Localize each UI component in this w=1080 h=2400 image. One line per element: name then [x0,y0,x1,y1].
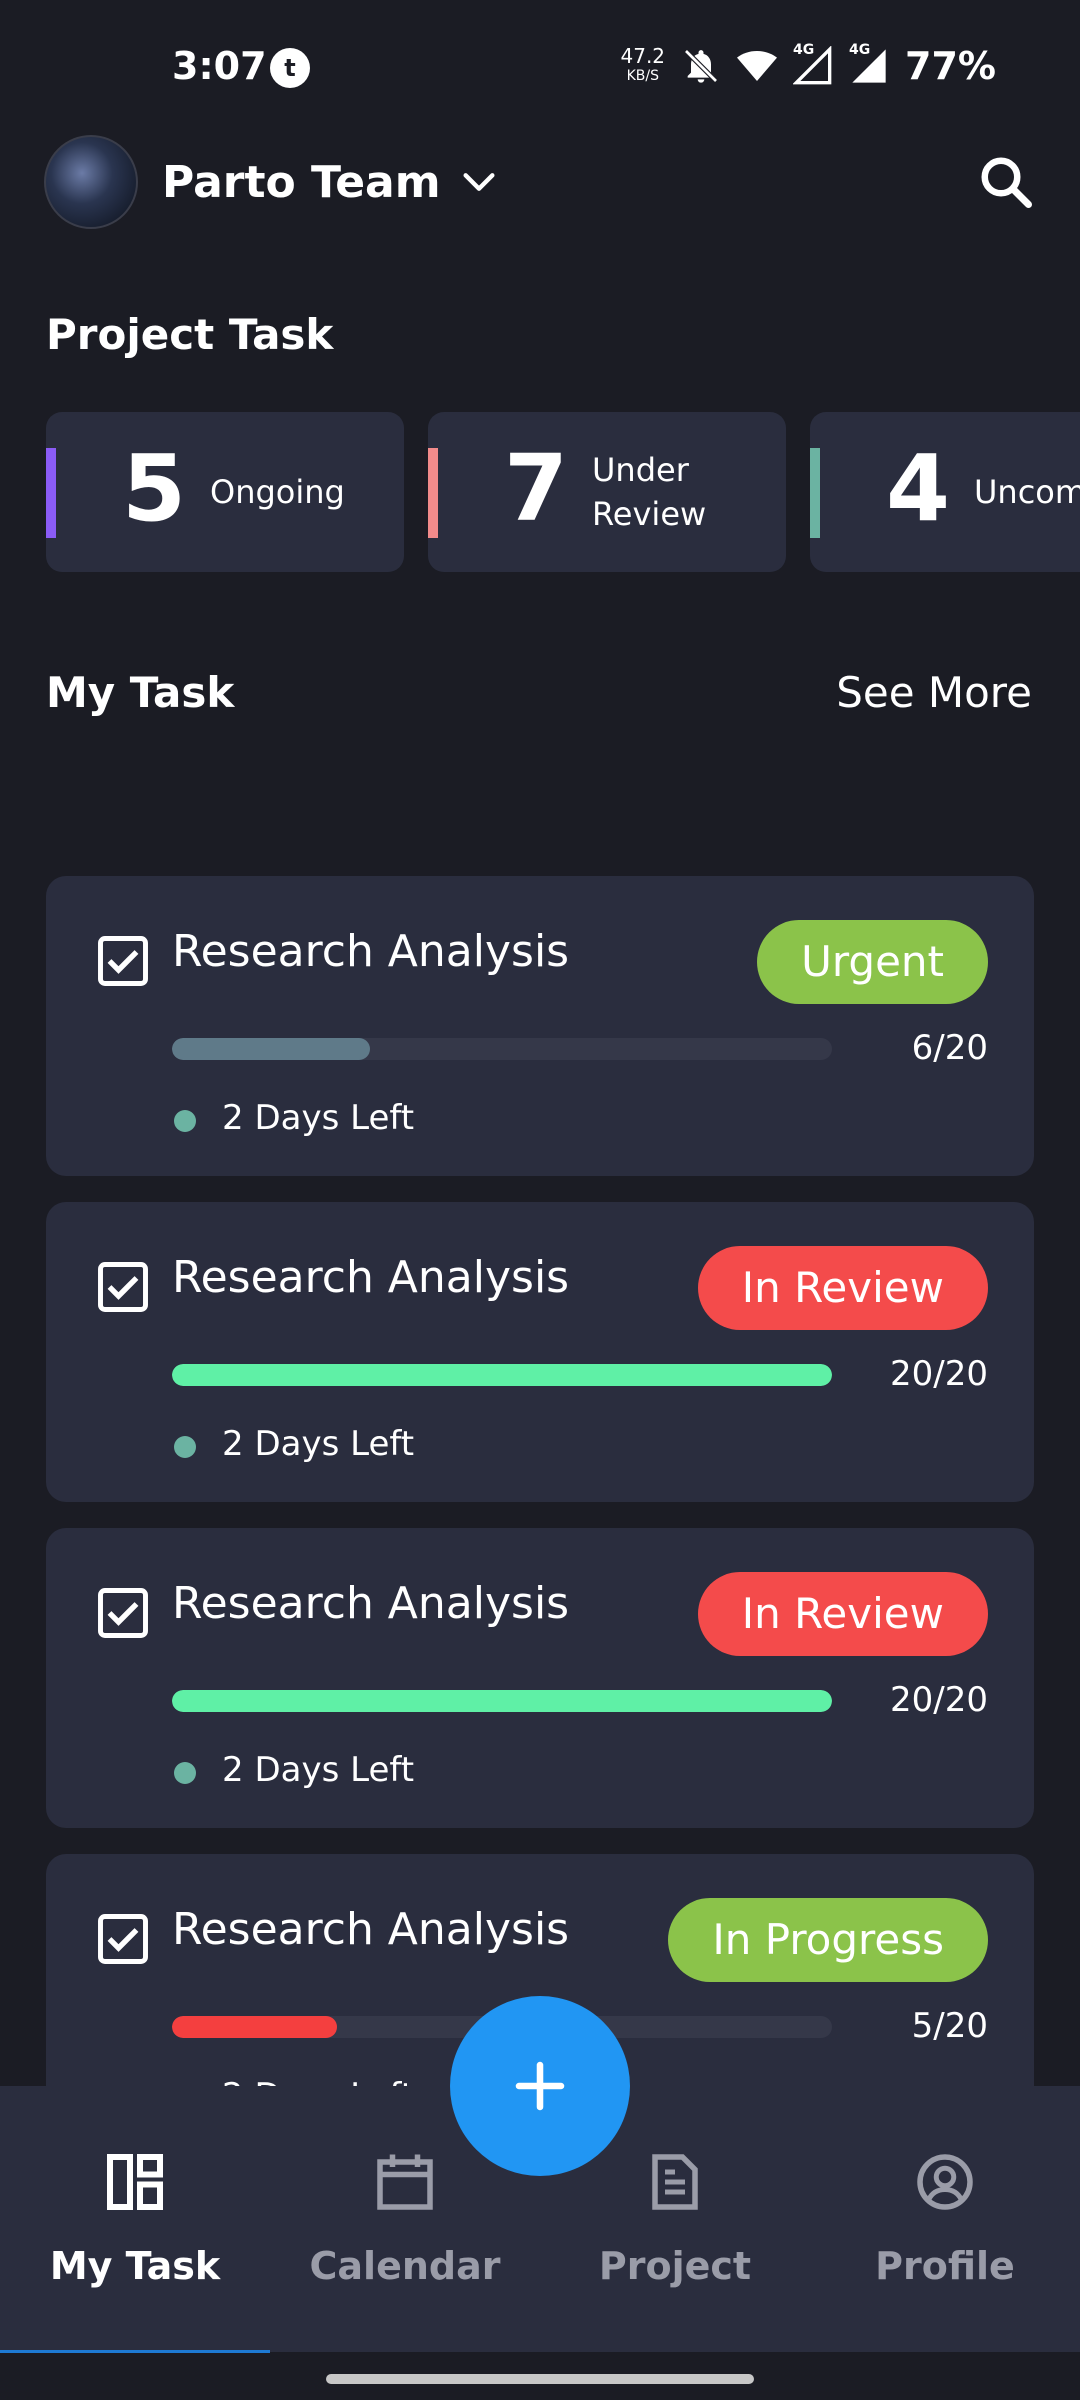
status-dot-icon [174,1762,196,1784]
app-header: Parto Team [44,134,1036,230]
checkbox-checked-icon[interactable] [96,1586,150,1640]
stat-card-ongoing[interactable]: 5 Ongoing [46,412,404,572]
see-more-link[interactable]: See More [836,668,1032,717]
stat-number: 7 [504,435,569,542]
progress-fill [172,1690,832,1712]
status-badge: In Review [697,1572,988,1656]
task-title: Research Analysis [172,1578,570,1629]
status-badge: In Progress [668,1898,988,1982]
task-card[interactable]: Research Analysis In Review 20/20 2 Days… [46,1528,1034,1828]
status-badge: In Review [697,1246,988,1330]
plus-icon [515,2061,565,2111]
nav-item-my-task[interactable]: My Task [0,2086,270,2352]
task-card[interactable]: Research Analysis Urgent 6/20 2 Days Lef… [46,876,1034,1176]
progress-track [172,1690,832,1712]
network-speed-unit: KB/S [626,68,659,84]
task-title: Research Analysis [172,926,570,977]
app-notification-icon: t [270,48,310,88]
stat-card-uncompleted[interactable]: 4 Uncom [810,412,1080,572]
wifi-icon [737,51,778,81]
progress-fill [172,2016,337,2038]
nav-active-indicator [0,2350,270,2353]
stat-label: Under Review [592,451,707,533]
stat-color-bar [428,448,438,538]
team-name[interactable]: Parto Team [162,157,441,208]
checkbox-checked-icon[interactable] [96,934,150,988]
progress-track [172,1038,832,1060]
checkbox-checked-icon[interactable] [96,1912,150,1966]
my-task-title: My Task [46,668,235,717]
nav-label: My Task [49,2244,221,2288]
checkbox-checked-icon[interactable] [96,1260,150,1314]
dashboard-icon [107,2154,163,2210]
nav-item-profile[interactable]: Profile [810,2086,1080,2352]
stat-label: Uncom [974,473,1080,511]
add-task-button[interactable] [450,1996,630,2176]
project-stats: 5 Ongoing 7 Under Review 4 Uncom [46,412,1080,574]
task-title: Research Analysis [172,1904,570,1955]
project-task-title: Project Task [46,310,334,359]
calendar-icon [377,2154,433,2210]
task-card[interactable]: Research Analysis In Review 20/20 2 Days… [46,1202,1034,1502]
status-bar: 3:07 t 47.2 KB/S 4G 4G 77% [0,0,1080,130]
days-left: 2 Days Left [222,1424,415,1464]
search-icon[interactable] [976,152,1036,212]
status-right: 47.2 KB/S 4G 4G 77% [621,42,997,88]
status-dot-icon [174,1436,196,1458]
status-time: 3:07 [172,44,267,88]
stat-card-under-review[interactable]: 7 Under Review [428,412,786,572]
nav-label: Calendar [309,2244,501,2288]
home-indicator[interactable] [326,2374,754,2384]
network-speed-value: 47.2 [620,44,666,68]
profile-icon [917,2154,973,2210]
chevron-down-icon[interactable] [459,162,499,202]
progress-fill [172,1364,832,1386]
document-icon [652,2154,698,2210]
battery-level: 77% [905,44,996,88]
progress-count: 20/20 [890,1680,988,1720]
team-avatar[interactable] [44,135,138,229]
signal-icon-2: 4G [849,42,889,86]
network-speed: 47.2 KB/S [621,46,666,86]
progress-track [172,1364,832,1386]
status-dot-icon [174,1110,196,1132]
signal-label-1: 4G [793,42,815,58]
progress-count: 5/20 [911,2006,988,2046]
stat-color-bar [46,448,56,538]
days-left: 2 Days Left [222,1750,415,1790]
days-left: 2 Days Left [222,1098,415,1138]
mute-bell-icon [684,49,718,83]
nav-label: Profile [875,2244,1015,2288]
progress-fill [172,1038,370,1060]
stat-number: 4 [886,435,951,542]
stat-number: 5 [122,435,187,542]
stat-label: Ongoing [210,473,345,511]
nav-label: Project [598,2244,752,2288]
progress-count: 20/20 [890,1354,988,1394]
signal-label-2: 4G [849,42,871,58]
task-title: Research Analysis [172,1252,570,1303]
signal-icon-1: 4G [792,42,833,86]
stat-color-bar [810,448,820,538]
progress-count: 6/20 [911,1028,988,1068]
status-badge: Urgent [757,920,988,1004]
